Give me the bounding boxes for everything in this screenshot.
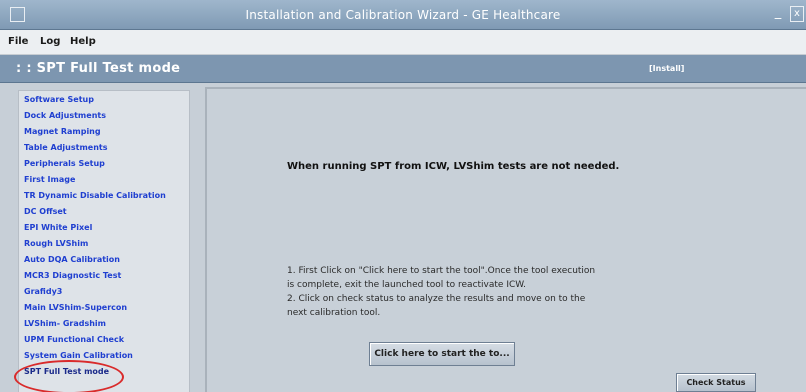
sidebar-item-peripherals-setup[interactable]: Peripherals Setup [24, 156, 105, 171]
step-header: : : SPT Full Test mode [Install] [0, 55, 806, 83]
instruction-line: is complete, exit the launched tool to r… [287, 280, 526, 290]
menu-help[interactable]: Help [70, 36, 96, 47]
lvshim-notice: When running SPT from ICW, LVShim tests … [287, 161, 620, 172]
close-button[interactable]: x [790, 6, 804, 22]
instruction-line: 1. First Click on "Click here to start t… [287, 266, 596, 276]
instructions-text: 1. First Click on "Click here to start t… [287, 264, 595, 320]
instruction-line: next calibration tool. [287, 308, 381, 318]
highlight-annotation [14, 360, 124, 392]
sidebar-item-grafidy3[interactable]: Grafidy3 [24, 284, 62, 299]
menu-file[interactable]: File [8, 36, 28, 47]
minimize-button[interactable]: _ [770, 5, 786, 23]
start-tool-button[interactable]: Click here to start the to... [369, 342, 515, 366]
install-link[interactable]: [Install] [649, 64, 684, 73]
window-title: Installation and Calibration Wizard - GE… [245, 8, 561, 22]
sidebar-item-first-image[interactable]: First Image [24, 172, 75, 187]
sidebar-item-magnet-ramping[interactable]: Magnet Ramping [24, 124, 101, 139]
sidebar-item-tr-dynamic-disable-calibration[interactable]: TR Dynamic Disable Calibration [24, 188, 166, 203]
check-status-button[interactable]: Check Status [676, 373, 756, 392]
sidebar-item-lvshim-gradshim[interactable]: LVShim- Gradshim [24, 316, 106, 331]
menu-bar: File Log Help [0, 30, 806, 55]
sidebar-item-dock-adjustments[interactable]: Dock Adjustments [24, 108, 106, 123]
window-titlebar: Installation and Calibration Wizard - GE… [0, 0, 806, 30]
sidebar-item-software-setup[interactable]: Software Setup [24, 92, 94, 107]
sidebar-item-rough-lvshim[interactable]: Rough LVShim [24, 236, 88, 251]
sidebar-item-table-adjustments[interactable]: Table Adjustments [24, 140, 108, 155]
sidebar-item-dc-offset[interactable]: DC Offset [24, 204, 67, 219]
sidebar-item-epi-white-pixel[interactable]: EPI White Pixel [24, 220, 92, 235]
sidebar-item-main-lvshim-supercon[interactable]: Main LVShim-Supercon [24, 300, 127, 315]
page-title: : : SPT Full Test mode [16, 61, 181, 76]
menu-log[interactable]: Log [40, 36, 60, 47]
sidebar-item-mcr3-diagnostic-test[interactable]: MCR3 Diagnostic Test [24, 268, 121, 283]
instruction-line: 2. Click on check status to analyze the … [287, 294, 586, 304]
calibration-step-list: Software Setup Dock Adjustments Magnet R… [18, 90, 190, 392]
sidebar-item-auto-dqa-calibration[interactable]: Auto DQA Calibration [24, 252, 120, 267]
sidebar-item-upm-functional-check[interactable]: UPM Functional Check [24, 332, 124, 347]
